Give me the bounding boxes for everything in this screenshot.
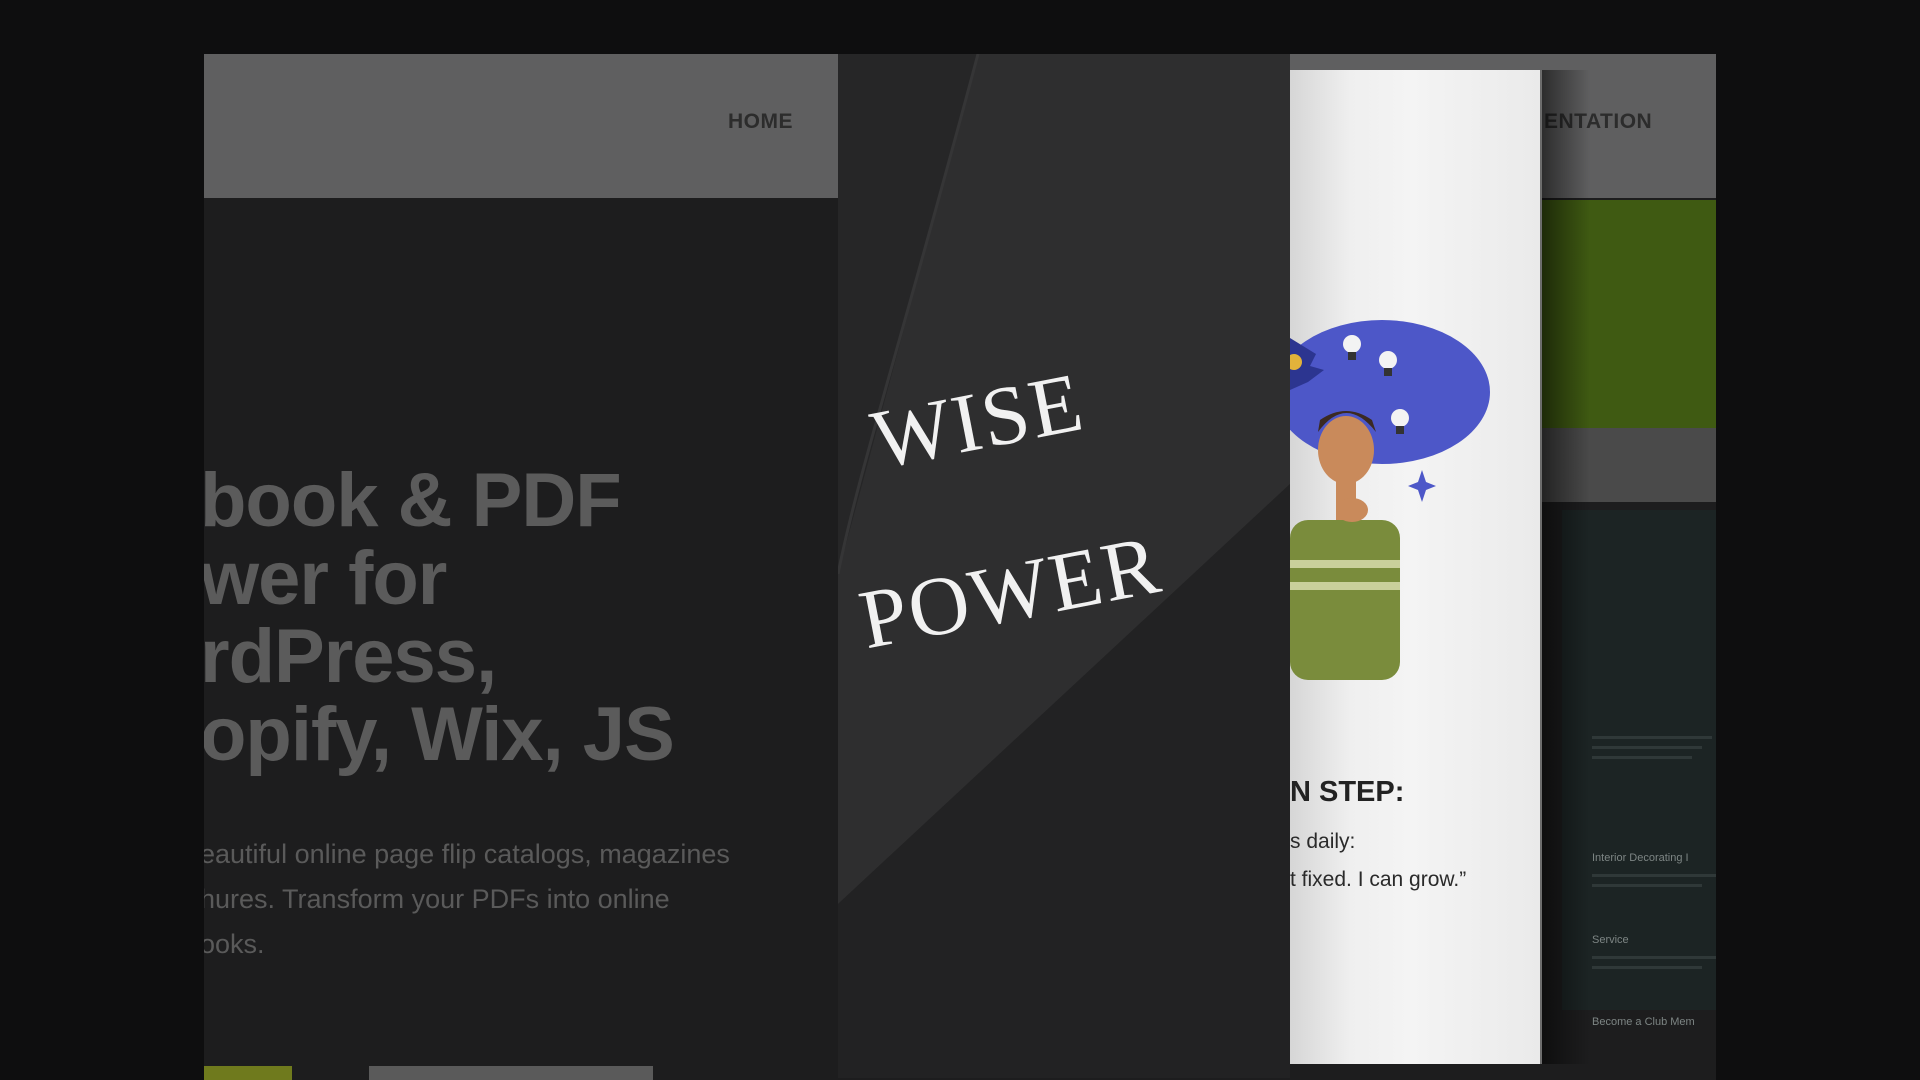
hero-title-line: rdPress, bbox=[204, 614, 497, 699]
card-placeholder-line bbox=[1592, 756, 1692, 759]
hero-subtitle-line: ooks. bbox=[204, 929, 265, 959]
folded-page: WISE POWER bbox=[838, 54, 1290, 1078]
step-heading: N STEP: bbox=[1290, 776, 1405, 808]
card-placeholder-line bbox=[1592, 956, 1716, 959]
hero-title: book & PDF wer for rdPress, opify, Wix, … bbox=[204, 462, 820, 774]
hero-subtitle: eautiful online page flip catalogs, maga… bbox=[204, 832, 840, 967]
card-placeholder-line bbox=[1592, 746, 1702, 749]
hero-subtitle-line: hures. Transform your PDFs into online bbox=[204, 884, 670, 914]
card-item[interactable]: Service bbox=[1592, 934, 1629, 946]
sparkle-icon bbox=[1408, 470, 1436, 502]
thinking-man-illustration bbox=[1290, 320, 1490, 680]
primary-cta-button[interactable] bbox=[204, 1066, 292, 1080]
hero-title-line: opify, Wix, JS bbox=[204, 692, 675, 777]
paper-page: N STEP: s daily: t fixed. I can grow.” bbox=[1290, 70, 1542, 1064]
hero-subtitle-line: eautiful online page flip catalogs, maga… bbox=[204, 839, 730, 869]
card-item[interactable]: Interior Decorating I bbox=[1592, 852, 1689, 864]
hero-title-line: book & PDF bbox=[204, 458, 622, 543]
paper-shadow bbox=[1540, 70, 1590, 1064]
card-item[interactable]: Become a Club Mem bbox=[1592, 1016, 1695, 1028]
hero-title-line: wer for bbox=[204, 536, 447, 621]
card-placeholder-line bbox=[1592, 736, 1712, 739]
paper-text-line: s daily: bbox=[1290, 830, 1356, 853]
secondary-cta-button[interactable] bbox=[369, 1066, 653, 1080]
card-placeholder-line bbox=[1592, 966, 1702, 969]
nav-link-home[interactable]: HOME bbox=[728, 110, 793, 134]
paper-text-line: t fixed. I can grow.” bbox=[1290, 868, 1467, 891]
card-placeholder-line bbox=[1592, 874, 1716, 877]
card-placeholder-line bbox=[1592, 884, 1702, 887]
